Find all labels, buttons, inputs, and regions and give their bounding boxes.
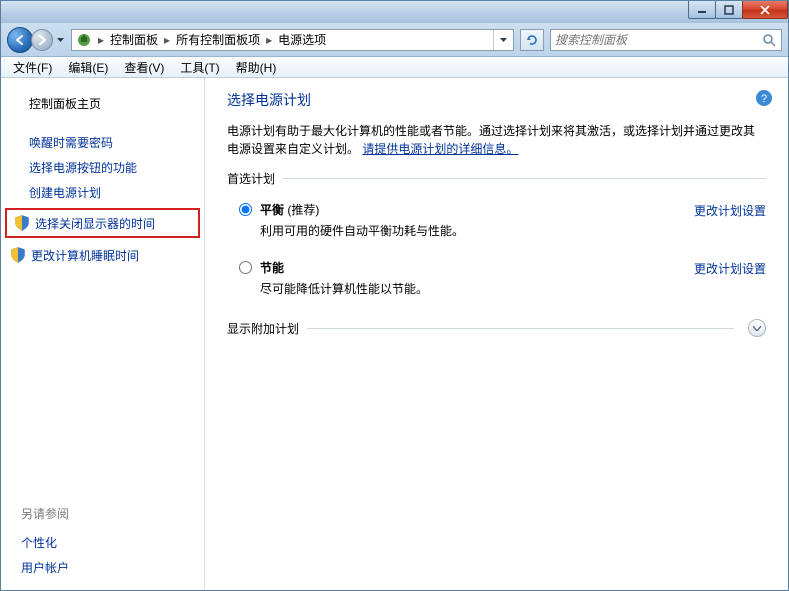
menu-edit[interactable]: 编辑(E): [60, 57, 116, 78]
sidebar-home[interactable]: 控制面板主页: [1, 92, 204, 117]
menu-file[interactable]: 文件(F): [5, 57, 60, 78]
shield-icon: [9, 246, 27, 264]
sidebar-link-power-buttons[interactable]: 选择电源按钮的功能: [1, 156, 204, 181]
sidebar-link-create-plan[interactable]: 创建电源计划: [1, 181, 204, 206]
desc-link[interactable]: 请提供电源计划的详细信息。: [362, 142, 518, 156]
separator-line: [283, 178, 766, 179]
address-bar[interactable]: ▸ 控制面板 ▸ 所有控制面板项 ▸ 电源选项: [71, 29, 514, 51]
separator-line: [307, 328, 734, 329]
plan-balanced: 平衡 (推荐) 利用可用的硬件自动平衡功耗与性能。 更改计划设置: [227, 197, 766, 243]
menu-tools[interactable]: 工具(T): [172, 57, 227, 78]
minimize-icon: [697, 5, 707, 15]
menu-view[interactable]: 查看(V): [116, 57, 172, 78]
plan-desc: 利用可用的硬件自动平衡功耗与性能。: [260, 222, 674, 239]
main-area: 控制面板主页 唤醒时需要密码 选择电源按钮的功能 创建电源计划 选择关闭显示器的…: [1, 78, 788, 590]
minimize-button[interactable]: [688, 1, 716, 19]
see-also-user-accounts[interactable]: 用户帐户: [21, 555, 194, 580]
arrow-left-icon: [14, 34, 26, 46]
plan-balanced-radio[interactable]: [239, 203, 252, 216]
plan-desc: 尽可能降低计算机性能以节能。: [260, 280, 674, 297]
sidebar-highlight-box: 选择关闭显示器的时间: [5, 208, 200, 238]
search-input[interactable]: [555, 33, 761, 47]
page-title: 选择电源计划: [227, 90, 766, 110]
page-description: 电源计划有助于最大化计算机的性能或者节能。通过选择计划来将其激活，或选择计划并通…: [227, 122, 766, 158]
plan-name: 平衡: [260, 203, 284, 217]
see-also-personalization[interactable]: 个性化: [21, 530, 194, 555]
address-dropdown[interactable]: [493, 30, 513, 50]
plan-power-saver-radio[interactable]: [239, 261, 252, 274]
back-button[interactable]: [7, 27, 33, 53]
menu-help[interactable]: 帮助(H): [228, 57, 285, 78]
section-label: 显示附加计划: [227, 320, 299, 337]
svg-text:?: ?: [761, 93, 767, 105]
expand-additional-button[interactable]: [748, 319, 766, 337]
breadcrumb-power-options[interactable]: 电源选项: [274, 31, 330, 48]
sidebar-see-also: 另请参阅 个性化 用户帐户: [1, 497, 204, 580]
power-options-icon: [74, 30, 94, 50]
section-preferred-plans: 首选计划: [227, 170, 766, 187]
navigation-bar: ▸ 控制面板 ▸ 所有控制面板项 ▸ 电源选项: [1, 23, 788, 57]
sidebar-link-sleep[interactable]: 更改计算机睡眠时间: [31, 247, 139, 264]
forward-button[interactable]: [31, 29, 53, 51]
breadcrumb-separator: ▸: [162, 33, 172, 47]
sidebar-link-wake-password[interactable]: 唤醒时需要密码: [1, 131, 204, 156]
arrow-right-icon: [36, 34, 48, 46]
breadcrumb-separator: ▸: [264, 33, 274, 47]
section-additional-plans: 显示附加计划: [227, 319, 766, 337]
breadcrumb-control-panel[interactable]: 控制面板: [106, 31, 162, 48]
title-bar: [1, 1, 788, 23]
search-icon[interactable]: [761, 32, 777, 48]
close-button[interactable]: [742, 1, 788, 19]
help-icon: ?: [754, 88, 774, 108]
refresh-icon: [525, 33, 539, 47]
plan-power-saver: 节能 尽可能降低计算机性能以节能。 更改计划设置: [227, 255, 766, 301]
breadcrumb-separator: ▸: [96, 33, 106, 47]
nav-history-dropdown[interactable]: [53, 29, 67, 51]
chevron-down-icon: [753, 326, 761, 331]
chevron-down-icon: [500, 38, 507, 42]
search-box[interactable]: [550, 29, 782, 51]
close-icon: [759, 5, 771, 15]
breadcrumb-all-items[interactable]: 所有控制面板项: [172, 31, 264, 48]
see-also-header: 另请参阅: [21, 505, 194, 522]
plan-power-saver-change-link[interactable]: 更改计划设置: [694, 260, 766, 277]
plan-balanced-change-link[interactable]: 更改计划设置: [694, 202, 766, 219]
refresh-button[interactable]: [520, 29, 544, 51]
content-pane: ? 选择电源计划 电源计划有助于最大化计算机的性能或者节能。通过选择计划来将其激…: [205, 78, 788, 590]
menu-bar: 文件(F) 编辑(E) 查看(V) 工具(T) 帮助(H): [1, 57, 788, 78]
section-label: 首选计划: [227, 170, 275, 187]
maximize-button[interactable]: [715, 1, 743, 19]
sidebar-link-display-off[interactable]: 选择关闭显示器的时间: [35, 215, 155, 232]
sidebar: 控制面板主页 唤醒时需要密码 选择电源按钮的功能 创建电源计划 选择关闭显示器的…: [1, 78, 205, 590]
chevron-down-icon: [57, 38, 64, 42]
plan-rec: (推荐): [284, 203, 319, 217]
shield-icon: [13, 214, 31, 232]
maximize-icon: [724, 5, 734, 15]
help-button[interactable]: ?: [754, 88, 774, 108]
plan-name: 节能: [260, 261, 284, 275]
